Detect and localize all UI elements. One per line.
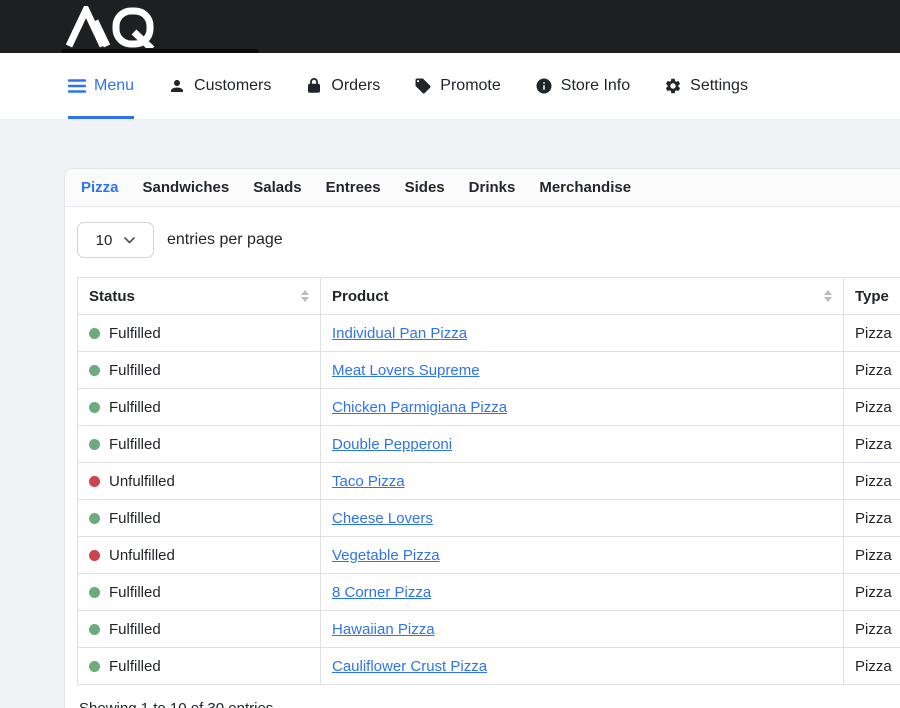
type-cell: Pizza (844, 389, 900, 426)
tab-salads[interactable]: Salads (253, 179, 301, 196)
status-label: Fulfilled (109, 399, 161, 416)
tab-sandwiches[interactable]: Sandwiches (143, 179, 230, 196)
status-dot (89, 476, 100, 487)
tab-merchandise[interactable]: Merchandise (539, 179, 631, 196)
nav-item-label: Settings (690, 77, 748, 95)
app-bar (0, 0, 900, 53)
card-body: 10 entries per page Status (65, 207, 900, 708)
table-row: Fulfilled Hawaiian Pizza Pizza (78, 611, 900, 648)
aiq-logo (64, 6, 184, 48)
table-controls: 10 entries per page (77, 222, 900, 258)
table-row: Fulfilled Chicken Parmigiana Pizza Pizza (78, 389, 900, 426)
table-row: Fulfilled Cheese Lovers Pizza (78, 500, 900, 537)
nav-item-customers[interactable]: Customers (168, 53, 271, 119)
column-header-product[interactable]: Product (321, 278, 844, 315)
product-link[interactable]: Meat Lovers Supreme (332, 362, 480, 379)
status-dot (89, 328, 100, 339)
nav-item-label: Promote (440, 77, 500, 95)
tab-sides[interactable]: Sides (405, 179, 445, 196)
product-link[interactable]: Double Pepperoni (332, 436, 452, 453)
bag-icon (305, 77, 323, 95)
menu-card: Pizza Sandwiches Salads Entrees Sides Dr… (64, 168, 900, 708)
status-dot (89, 550, 100, 561)
column-label: Product (332, 288, 389, 305)
info-circle-icon (535, 77, 553, 95)
status-label: Unfulfilled (109, 473, 175, 490)
status-dot (89, 439, 100, 450)
table-row: Fulfilled Cauliflower Crust Pizza Pizza (78, 648, 900, 685)
status-dot (89, 661, 100, 672)
category-tab-bar: Pizza Sandwiches Salads Entrees Sides Dr… (65, 169, 900, 207)
status-label: Fulfilled (109, 584, 161, 601)
type-cell: Pizza (844, 574, 900, 611)
nav-item-label: Menu (94, 77, 134, 95)
entries-per-page-label: entries per page (167, 231, 283, 249)
status-dot (89, 513, 100, 524)
product-link[interactable]: Chicken Parmigiana Pizza (332, 399, 507, 416)
status-label: Fulfilled (109, 658, 161, 675)
entries-per-page-value: 10 (96, 232, 113, 249)
person-icon (168, 77, 186, 95)
status-dot (89, 365, 100, 376)
logo-underline-strip (62, 49, 258, 53)
tab-entrees[interactable]: Entrees (326, 179, 381, 196)
product-link[interactable]: Cauliflower Crust Pizza (332, 658, 487, 675)
nav-item-orders[interactable]: Orders (305, 53, 380, 119)
primary-nav: Menu Customers Orders Promote Store Info… (0, 53, 900, 120)
status-label: Fulfilled (109, 436, 161, 453)
type-cell: Pizza (844, 463, 900, 500)
products-table: Status Product (77, 277, 900, 685)
nav-item-label: Orders (331, 77, 380, 95)
table-summary: Showing 1 to 10 of 30 entries (77, 700, 900, 708)
status-label: Unfulfilled (109, 547, 175, 564)
product-link[interactable]: Hawaiian Pizza (332, 621, 435, 638)
product-link[interactable]: Cheese Lovers (332, 510, 433, 527)
type-cell: Pizza (844, 426, 900, 463)
table-row: Fulfilled 8 Corner Pizza Pizza (78, 574, 900, 611)
nav-item-settings[interactable]: Settings (664, 53, 748, 119)
type-cell: Pizza (844, 352, 900, 389)
type-cell: Pizza (844, 648, 900, 685)
nav-item-menu[interactable]: Menu (68, 53, 134, 119)
tab-drinks[interactable]: Drinks (469, 179, 516, 196)
column-header-type[interactable]: Type (844, 278, 900, 315)
nav-item-label: Customers (194, 77, 271, 95)
type-cell: Pizza (844, 537, 900, 574)
status-dot (89, 587, 100, 598)
product-link[interactable]: 8 Corner Pizza (332, 584, 431, 601)
status-dot (89, 402, 100, 413)
status-label: Fulfilled (109, 621, 161, 638)
sort-icon (824, 290, 832, 302)
table-row: Unfulfilled Vegetable Pizza Pizza (78, 537, 900, 574)
status-dot (89, 624, 100, 635)
nav-item-label: Store Info (561, 77, 630, 95)
chevron-down-icon (124, 237, 135, 244)
status-label: Fulfilled (109, 325, 161, 342)
table-row: Fulfilled Individual Pan Pizza Pizza (78, 315, 900, 352)
table-header-row: Status Product (78, 278, 900, 315)
gear-icon (664, 77, 682, 95)
table-row: Fulfilled Meat Lovers Supreme Pizza (78, 352, 900, 389)
column-label: Type (855, 288, 889, 305)
nav-item-store-info[interactable]: Store Info (535, 53, 630, 119)
type-cell: Pizza (844, 611, 900, 648)
tab-pizza[interactable]: Pizza (81, 179, 119, 196)
type-cell: Pizza (844, 500, 900, 537)
table-row: Unfulfilled Taco Pizza Pizza (78, 463, 900, 500)
hamburger-icon (68, 78, 86, 94)
column-header-status[interactable]: Status (78, 278, 321, 315)
table-row: Fulfilled Double Pepperoni Pizza (78, 426, 900, 463)
main-content: Pizza Sandwiches Salads Entrees Sides Dr… (0, 120, 900, 708)
type-cell: Pizza (844, 315, 900, 352)
sort-icon (301, 290, 309, 302)
product-link[interactable]: Taco Pizza (332, 473, 405, 490)
entries-per-page-select[interactable]: 10 (77, 222, 154, 258)
status-label: Fulfilled (109, 510, 161, 527)
column-label: Status (89, 288, 135, 305)
nav-item-promote[interactable]: Promote (414, 53, 500, 119)
product-link[interactable]: Individual Pan Pizza (332, 325, 467, 342)
status-label: Fulfilled (109, 362, 161, 379)
tag-icon (414, 77, 432, 95)
product-link[interactable]: Vegetable Pizza (332, 547, 440, 564)
